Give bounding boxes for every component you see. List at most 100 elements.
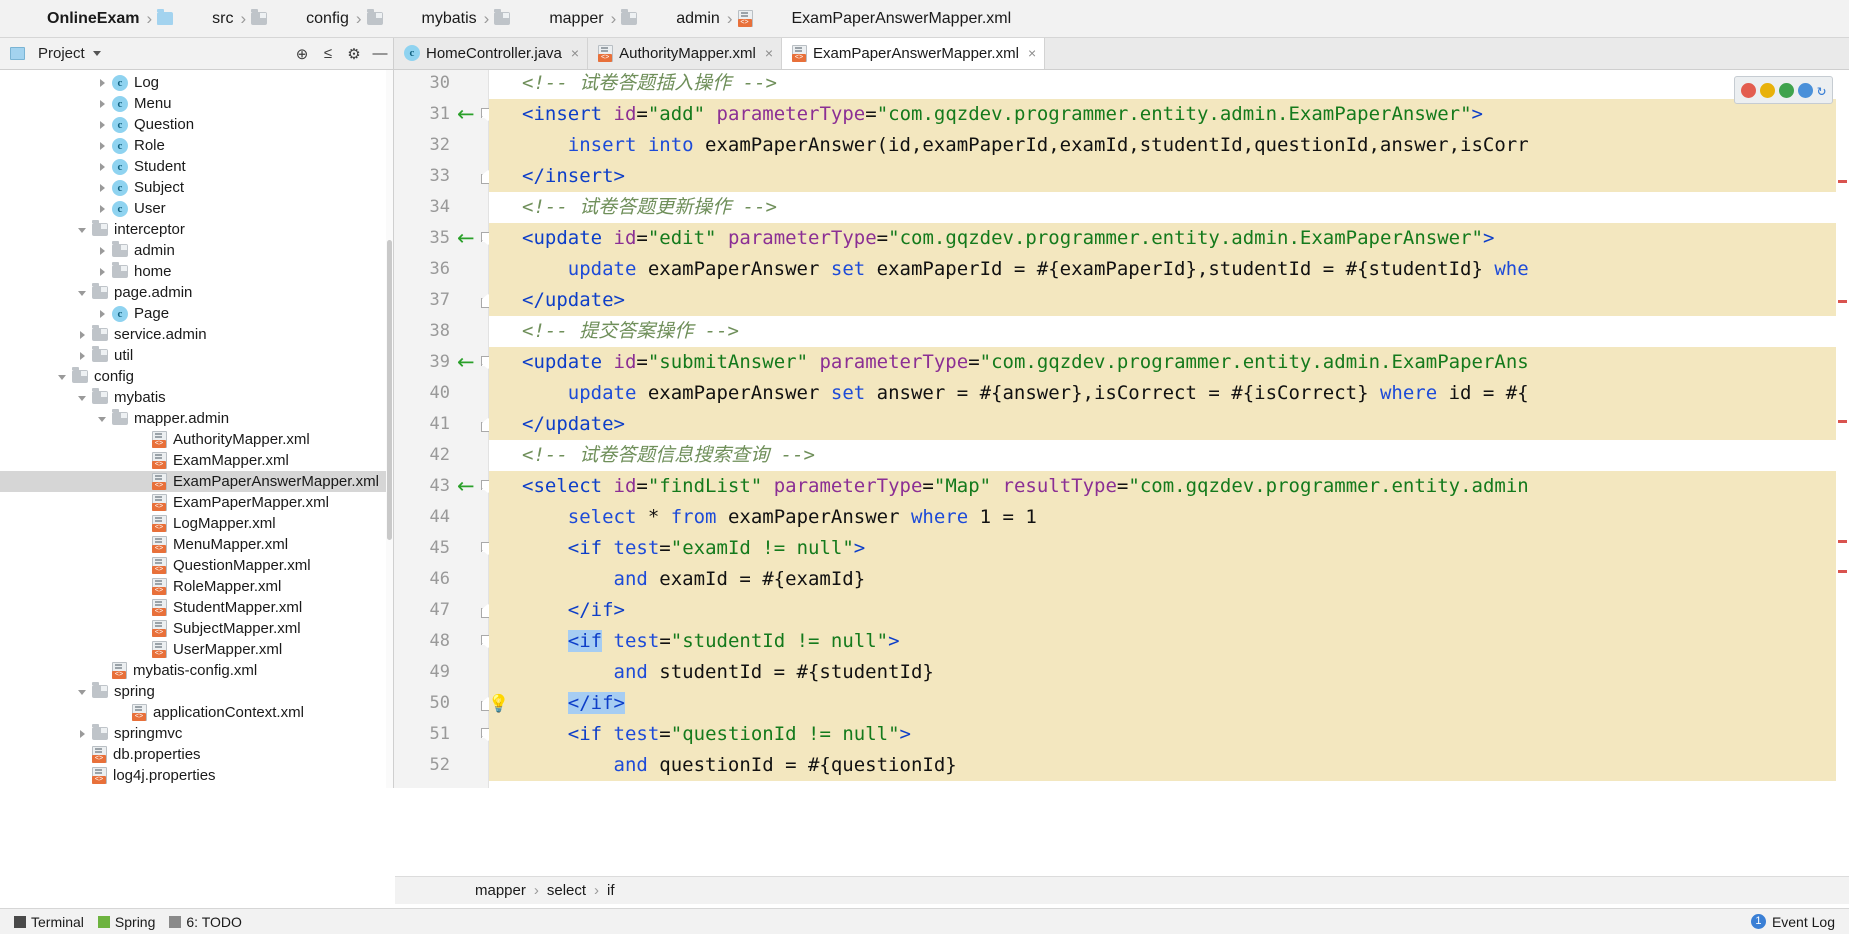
inspection-marker[interactable] bbox=[1838, 180, 1847, 183]
chevron-down-icon[interactable] bbox=[76, 391, 89, 404]
gutter-row[interactable]: 36 bbox=[394, 254, 488, 285]
gutter-row[interactable]: 32 bbox=[394, 130, 488, 161]
gutter-marks[interactable] bbox=[452, 285, 495, 316]
navigate-to-statement-icon[interactable]: ← bbox=[457, 104, 475, 125]
gutter-marks[interactable] bbox=[452, 316, 489, 347]
chevron-right-icon[interactable] bbox=[96, 76, 109, 89]
intention-bulb-icon[interactable]: 💡 bbox=[488, 694, 509, 714]
gutter-row[interactable]: 51 bbox=[394, 719, 495, 750]
code-line[interactable]: <!-- 提交答案操作 --> bbox=[489, 316, 1849, 347]
code-line[interactable]: <insert id="add" parameterType="com.gqzd… bbox=[489, 99, 1849, 130]
gutter-marks[interactable] bbox=[452, 70, 489, 99]
gutter-marks[interactable] bbox=[452, 254, 489, 285]
inspection-marker[interactable] bbox=[1838, 540, 1847, 543]
project-tree-panel[interactable]: c Log c Menu c Question c Role c Student c Subject c… bbox=[0, 70, 394, 788]
code-line[interactable]: </insert> bbox=[489, 161, 1849, 192]
editor-breadcrumb-item-mapper[interactable]: mapper bbox=[475, 882, 526, 899]
gutter-marks[interactable] bbox=[452, 719, 495, 750]
editor-tab-homecontroller-java[interactable]: c HomeController.java × bbox=[394, 38, 589, 69]
gutter-row[interactable]: 44 bbox=[394, 502, 488, 533]
tree-item-exammapper-xml[interactable]: ExamMapper.xml bbox=[0, 450, 393, 471]
status-item-6-todo[interactable]: 6: TODO bbox=[169, 914, 242, 930]
gutter-row[interactable]: 46 bbox=[394, 564, 488, 595]
code-line[interactable]: <update id="submitAnswer" parameterType=… bbox=[489, 347, 1849, 378]
refresh-icon[interactable]: ↻ bbox=[1817, 81, 1826, 99]
gutter-marks[interactable] bbox=[452, 409, 495, 440]
breadcrumb-item-config[interactable]: config bbox=[247, 6, 355, 32]
status-item-terminal[interactable]: Terminal bbox=[14, 914, 84, 930]
gutter-row[interactable]: 43 ← bbox=[394, 471, 495, 502]
editor-breadcrumb-item-select[interactable]: select bbox=[547, 882, 586, 899]
inspection-marker[interactable] bbox=[1838, 300, 1847, 303]
gutter-marks[interactable] bbox=[452, 378, 489, 409]
tree-item-usermapper-xml[interactable]: UserMapper.xml bbox=[0, 639, 393, 660]
tree-item-question[interactable]: c Question bbox=[0, 114, 393, 135]
ok-indicator-icon[interactable] bbox=[1778, 82, 1794, 98]
sidebar-scrollbar-thumb[interactable] bbox=[387, 240, 392, 540]
tree-item-questionmapper-xml[interactable]: QuestionMapper.xml bbox=[0, 555, 393, 576]
tree-item-util[interactable]: util bbox=[0, 345, 393, 366]
gutter-marks[interactable] bbox=[452, 192, 489, 223]
navigate-to-statement-icon[interactable]: ← bbox=[457, 476, 475, 497]
editor-marker-strip[interactable] bbox=[1836, 70, 1849, 788]
chevron-down-icon[interactable] bbox=[76, 685, 89, 698]
navigate-to-statement-icon[interactable]: ← bbox=[457, 352, 475, 373]
tree-item-subjectmapper-xml[interactable]: SubjectMapper.xml bbox=[0, 618, 393, 639]
tree-item-student[interactable]: c Student bbox=[0, 156, 393, 177]
gutter-marks[interactable] bbox=[452, 130, 489, 161]
tree-item-service-admin[interactable]: service.admin bbox=[0, 324, 393, 345]
gutter-marks[interactable] bbox=[452, 440, 489, 471]
chevron-down-icon[interactable] bbox=[56, 370, 69, 383]
gutter-marks[interactable] bbox=[452, 161, 495, 192]
gutter-marks[interactable]: ← bbox=[452, 223, 495, 254]
tree-item-exampapermapper-xml[interactable]: ExamPaperMapper.xml bbox=[0, 492, 393, 513]
tree-item-role[interactable]: c Role bbox=[0, 135, 393, 156]
gutter-row[interactable]: 31 ← bbox=[394, 99, 495, 130]
settings-gear-icon[interactable]: ⚙ bbox=[341, 42, 367, 66]
tree-item-user[interactable]: c User bbox=[0, 198, 393, 219]
tree-item-db-properties[interactable]: db.properties bbox=[0, 744, 393, 765]
code-line[interactable]: <if test="studentId != null"> bbox=[489, 626, 1849, 657]
tree-item-mybatis-config-xml[interactable]: mybatis-config.xml bbox=[0, 660, 393, 681]
tree-item-page-admin[interactable]: page.admin bbox=[0, 282, 393, 303]
gutter-marks[interactable] bbox=[452, 626, 495, 657]
code-line[interactable]: <if test="questionId != null"> bbox=[489, 719, 1849, 750]
gutter-row[interactable]: 45 bbox=[394, 533, 495, 564]
gutter-marks[interactable] bbox=[452, 750, 489, 781]
tree-item-mybatis[interactable]: mybatis bbox=[0, 387, 393, 408]
code-line[interactable]: <!-- 试卷答题插入操作 --> bbox=[489, 70, 1849, 99]
gutter-marks[interactable] bbox=[452, 657, 489, 688]
gutter-row[interactable]: 30 bbox=[394, 70, 488, 99]
breadcrumb-item-mapper[interactable]: mapper bbox=[490, 6, 609, 32]
chevron-right-icon[interactable] bbox=[96, 307, 109, 320]
chevron-right-icon[interactable] bbox=[96, 181, 109, 194]
chevron-right-icon[interactable] bbox=[96, 160, 109, 173]
code-line[interactable]: update examPaperAnswer set answer = #{an… bbox=[489, 378, 1849, 409]
tree-item-log[interactable]: c Log bbox=[0, 72, 393, 93]
tree-item-menumapper-xml[interactable]: MenuMapper.xml bbox=[0, 534, 393, 555]
gutter-row[interactable]: 34 bbox=[394, 192, 488, 223]
tree-item-springmvc[interactable]: springmvc bbox=[0, 723, 393, 744]
tree-item-authoritymapper-xml[interactable]: AuthorityMapper.xml bbox=[0, 429, 393, 450]
gutter-marks[interactable]: ← bbox=[452, 347, 495, 378]
chevron-right-icon[interactable] bbox=[96, 139, 109, 152]
gutter-row[interactable]: 50 bbox=[394, 688, 495, 719]
gutter-row[interactable]: 49 bbox=[394, 657, 488, 688]
inspection-widget[interactable]: ↻ bbox=[1733, 76, 1833, 104]
sidebar-scrollbar[interactable] bbox=[386, 70, 393, 788]
breadcrumb-item-onlineexam[interactable]: OnlineExam bbox=[8, 6, 145, 32]
inspection-marker[interactable] bbox=[1838, 420, 1847, 423]
code-line[interactable]: update examPaperAnswer set examPaperId =… bbox=[489, 254, 1849, 285]
code-line[interactable]: <!-- 试卷答题更新操作 --> bbox=[489, 192, 1849, 223]
editor-gutter[interactable]: 30 31 ← 32 33 34 35 ← 36 37 38 39 ← 40 41 42 43 ← 44 45 46 47… bbox=[394, 70, 495, 788]
breadcrumb-item-src[interactable]: src bbox=[153, 6, 239, 32]
gutter-marks[interactable] bbox=[452, 502, 489, 533]
tree-item-admin[interactable]: admin bbox=[0, 240, 393, 261]
code-editor[interactable]: 30 31 ← 32 33 34 35 ← 36 37 38 39 ← 40 41 42 43 ← 44 45 46 47… bbox=[394, 70, 1849, 788]
breadcrumb-item-admin[interactable]: admin bbox=[617, 6, 726, 32]
gutter-row[interactable]: 48 bbox=[394, 626, 495, 657]
tree-item-mapper-admin[interactable]: mapper.admin bbox=[0, 408, 393, 429]
gutter-row[interactable]: 42 bbox=[394, 440, 488, 471]
editor-breadcrumb-item-if[interactable]: if bbox=[607, 882, 615, 899]
tree-item-studentmapper-xml[interactable]: StudentMapper.xml bbox=[0, 597, 393, 618]
